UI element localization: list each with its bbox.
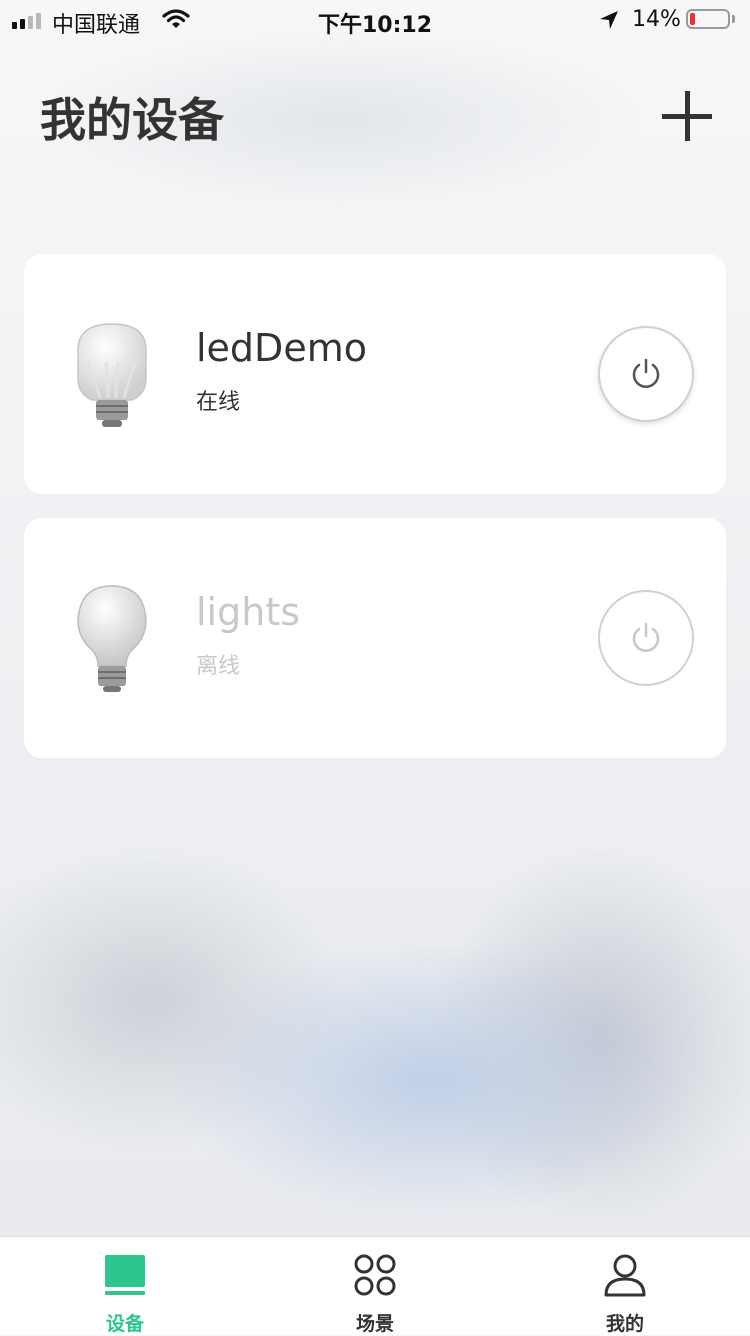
tab-bar: 设备 场景 我的 [0,1236,750,1335]
user-icon [604,1254,646,1297]
location-arrow-icon [600,11,618,29]
device-name: ledDemo [196,326,367,370]
power-button[interactable] [598,326,694,422]
device-status: 离线 [196,654,241,679]
page-title: 我的设备 [40,93,224,147]
tab-devices[interactable]: 设备 [0,1237,250,1335]
bulb-icon [74,320,150,432]
device-name: lights [196,590,301,634]
power-button[interactable] [598,590,694,686]
scene-grid-icon [354,1254,396,1296]
power-icon [629,357,663,391]
power-icon [629,621,663,655]
tab-label: 设备 [105,1313,144,1335]
tab-label: 我的 [605,1313,644,1335]
battery-icon [686,9,730,29]
tab-profile[interactable]: 我的 [500,1237,750,1335]
status-bar: 中国联通 下午10:12 14% [0,0,750,40]
add-device-button[interactable] [662,90,716,144]
device-status: 在线 [196,390,241,415]
device-card[interactable]: lights 离线 [24,518,726,758]
battery-nub [732,15,735,23]
device-card[interactable]: ledDemo 在线 [24,254,726,494]
tab-label: 场景 [355,1313,394,1335]
bulb-icon [74,584,150,696]
device-tab-icon [105,1255,145,1295]
battery-percent: 14% [632,7,681,32]
tab-scenes[interactable]: 场景 [250,1237,500,1335]
